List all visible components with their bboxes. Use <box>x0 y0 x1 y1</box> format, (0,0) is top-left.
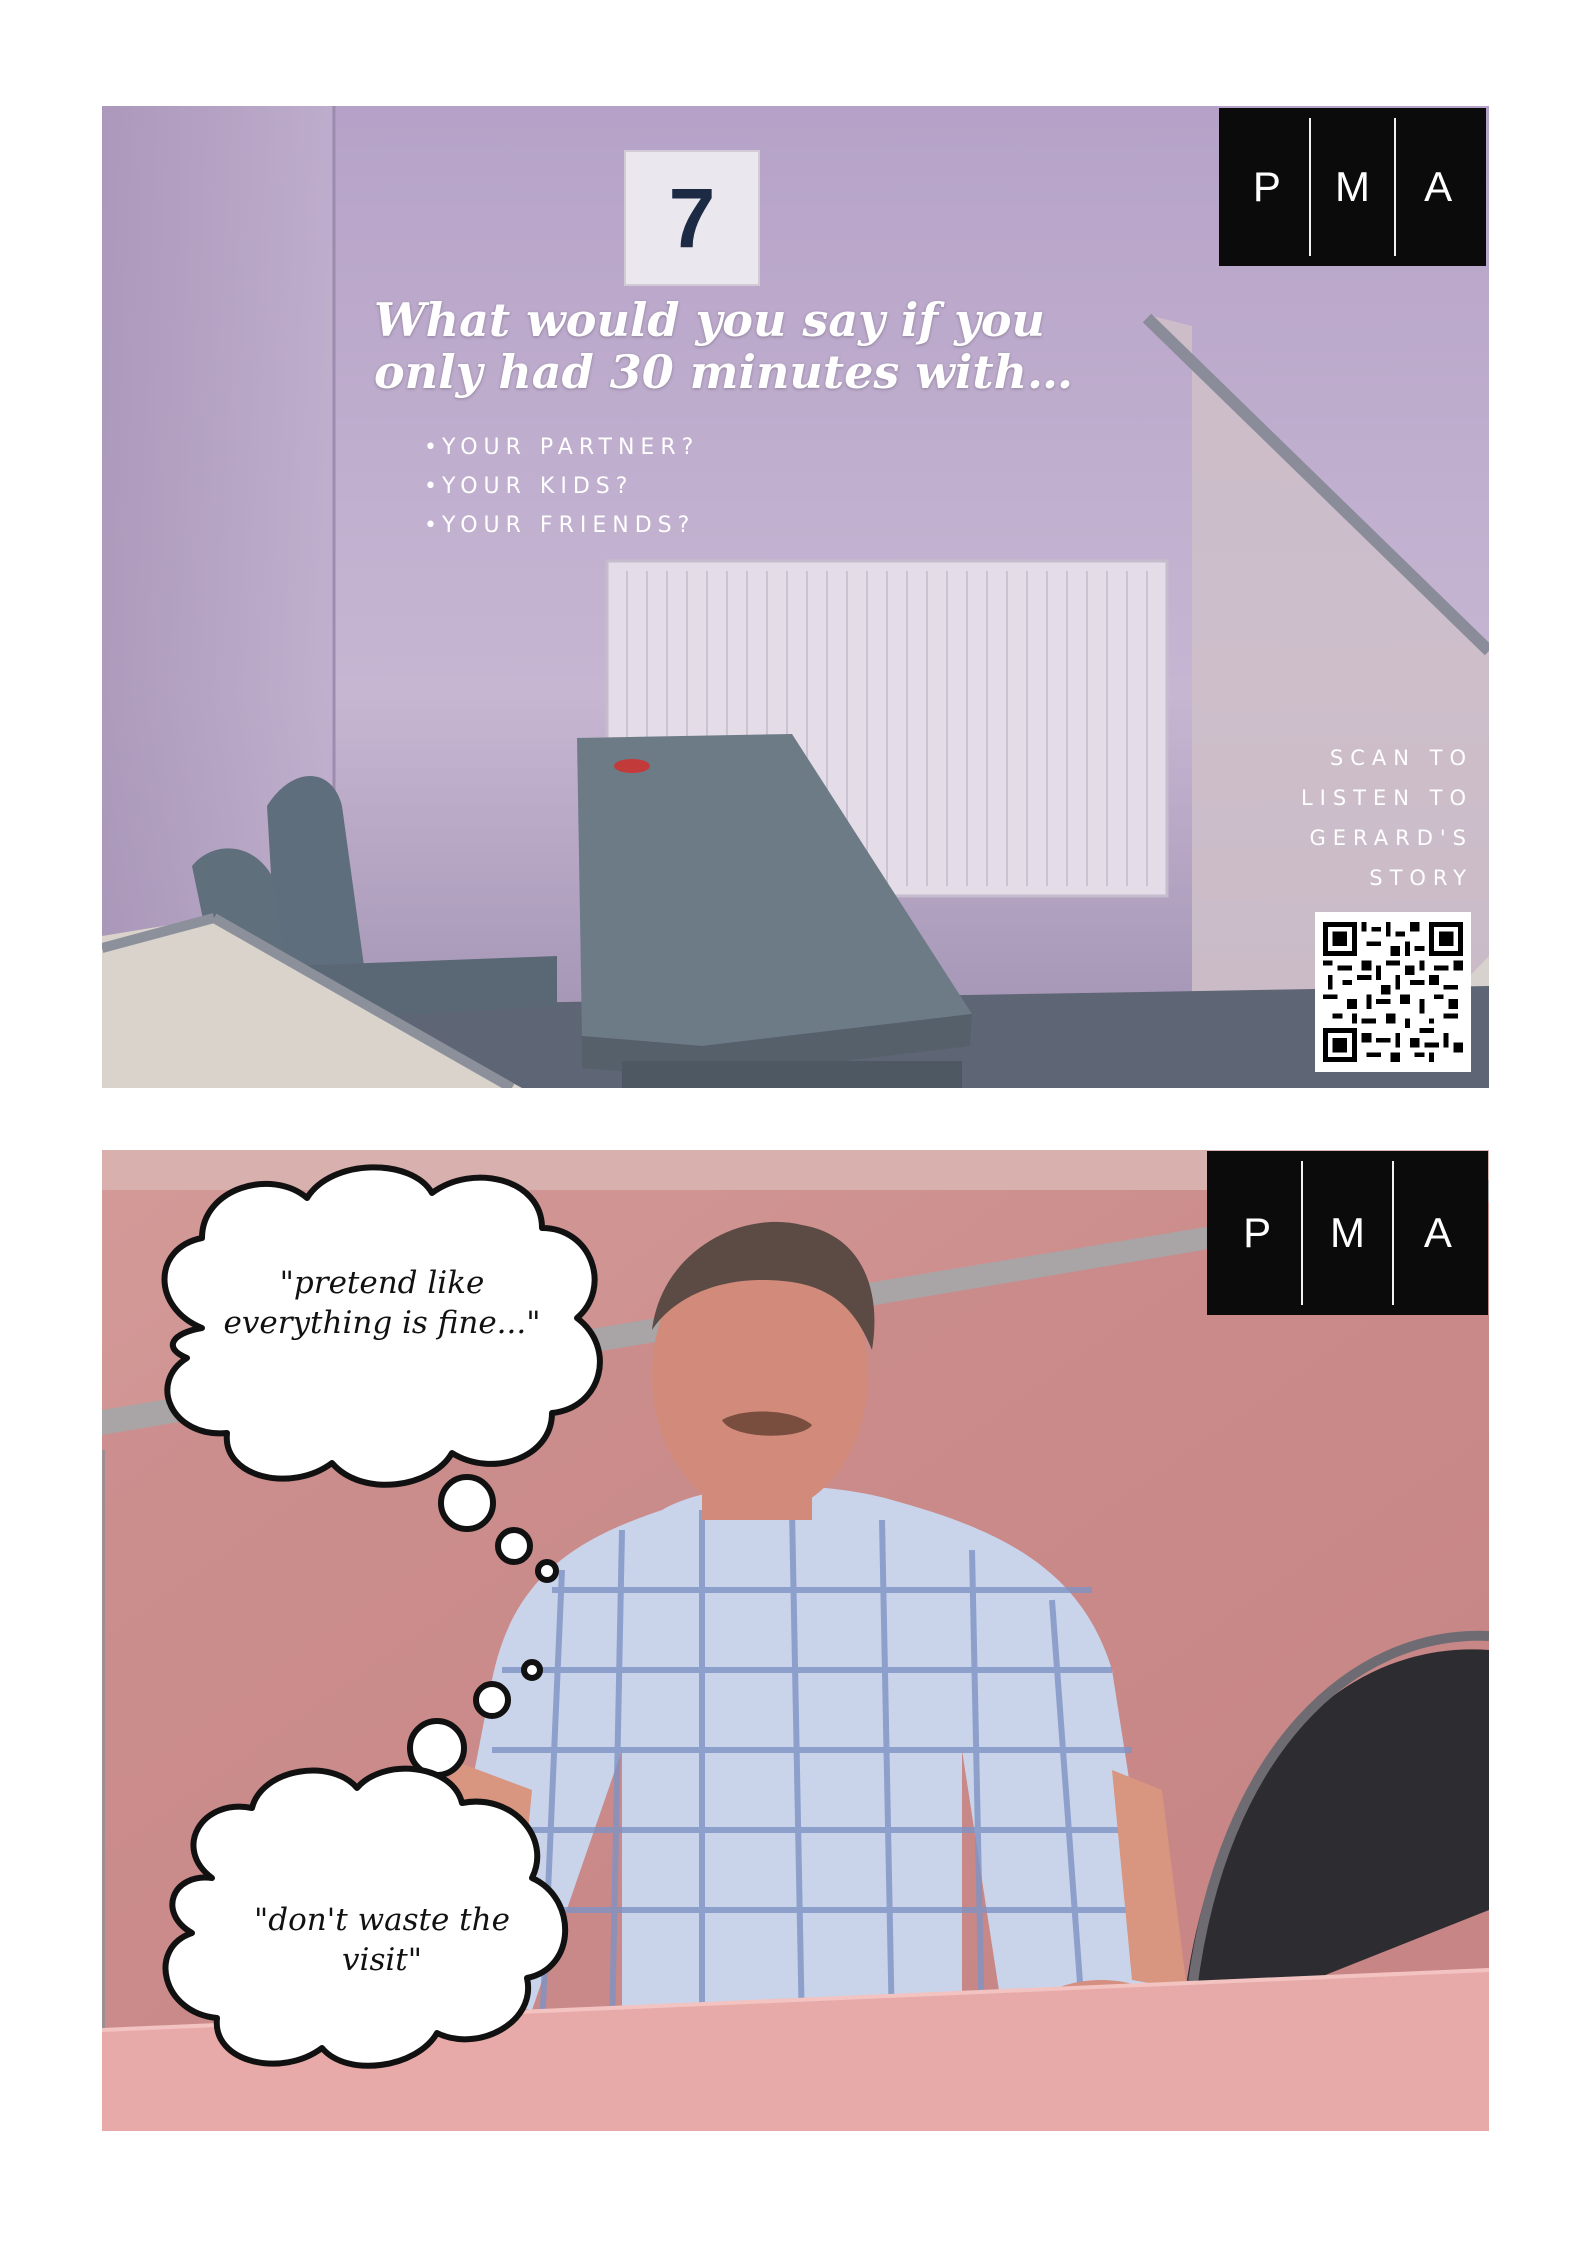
qr-code-icon <box>1323 922 1463 1062</box>
logo-letter: M <box>1311 118 1397 256</box>
scan-line: LISTEN TO <box>1300 786 1473 810</box>
scan-line: GERARD'S <box>1309 826 1473 850</box>
quote-text: "don't waste the visit" <box>192 1900 572 1980</box>
headline-line-1: What would you say if you <box>374 293 1045 347</box>
quote-line: "don't waste the <box>254 1902 510 1938</box>
thought-cloud-icon <box>162 1659 569 2069</box>
thought-bubble-bottom: "don't waste the visit" <box>132 1648 622 2094</box>
scan-line: STORY <box>1369 866 1473 890</box>
top-photo-panel: 7 What would you say if you only had 30 … <box>102 106 1489 1088</box>
pma-logo: P M A <box>1207 1151 1488 1315</box>
headline: What would you say if you only had 30 mi… <box>374 294 1094 398</box>
quote-line: "pretend like <box>279 1265 485 1301</box>
room-number: 7 <box>668 170 716 265</box>
qr-code[interactable] <box>1315 912 1471 1072</box>
question-item: YOUR PARTNER? <box>424 428 699 467</box>
logo-letter: A <box>1424 163 1453 210</box>
quote-line: everything is fine..." <box>223 1305 541 1341</box>
question-item: YOUR KIDS? <box>424 467 699 506</box>
quote-text: "pretend like everything is fine..." <box>172 1263 592 1343</box>
pma-logo: P M A <box>1219 108 1486 266</box>
quote-line: visit" <box>342 1942 422 1978</box>
logo-letter: P <box>1225 118 1311 256</box>
thought-cloud-icon <box>161 1164 603 1583</box>
scan-caption: SCAN TO LISTEN TO GERARD'S STORY <box>1213 738 1473 898</box>
question-item: YOUR FRIENDS? <box>424 506 699 545</box>
logo-letter: M <box>1303 1161 1394 1305</box>
bottom-photo-panel: "pretend like everything is fine..." "do… <box>102 1150 1489 2131</box>
thought-bubble-top: "pretend like everything is fine..." <box>132 1158 622 1608</box>
headline-line-2: only had 30 minutes with… <box>374 345 1074 399</box>
room-number-sign: 7 <box>624 150 760 286</box>
logo-letter: P <box>1213 1161 1304 1305</box>
question-list: YOUR PARTNER? YOUR KIDS? YOUR FRIENDS? <box>424 428 699 545</box>
scan-line: SCAN TO <box>1329 746 1473 770</box>
logo-letter: A <box>1423 1209 1452 1256</box>
